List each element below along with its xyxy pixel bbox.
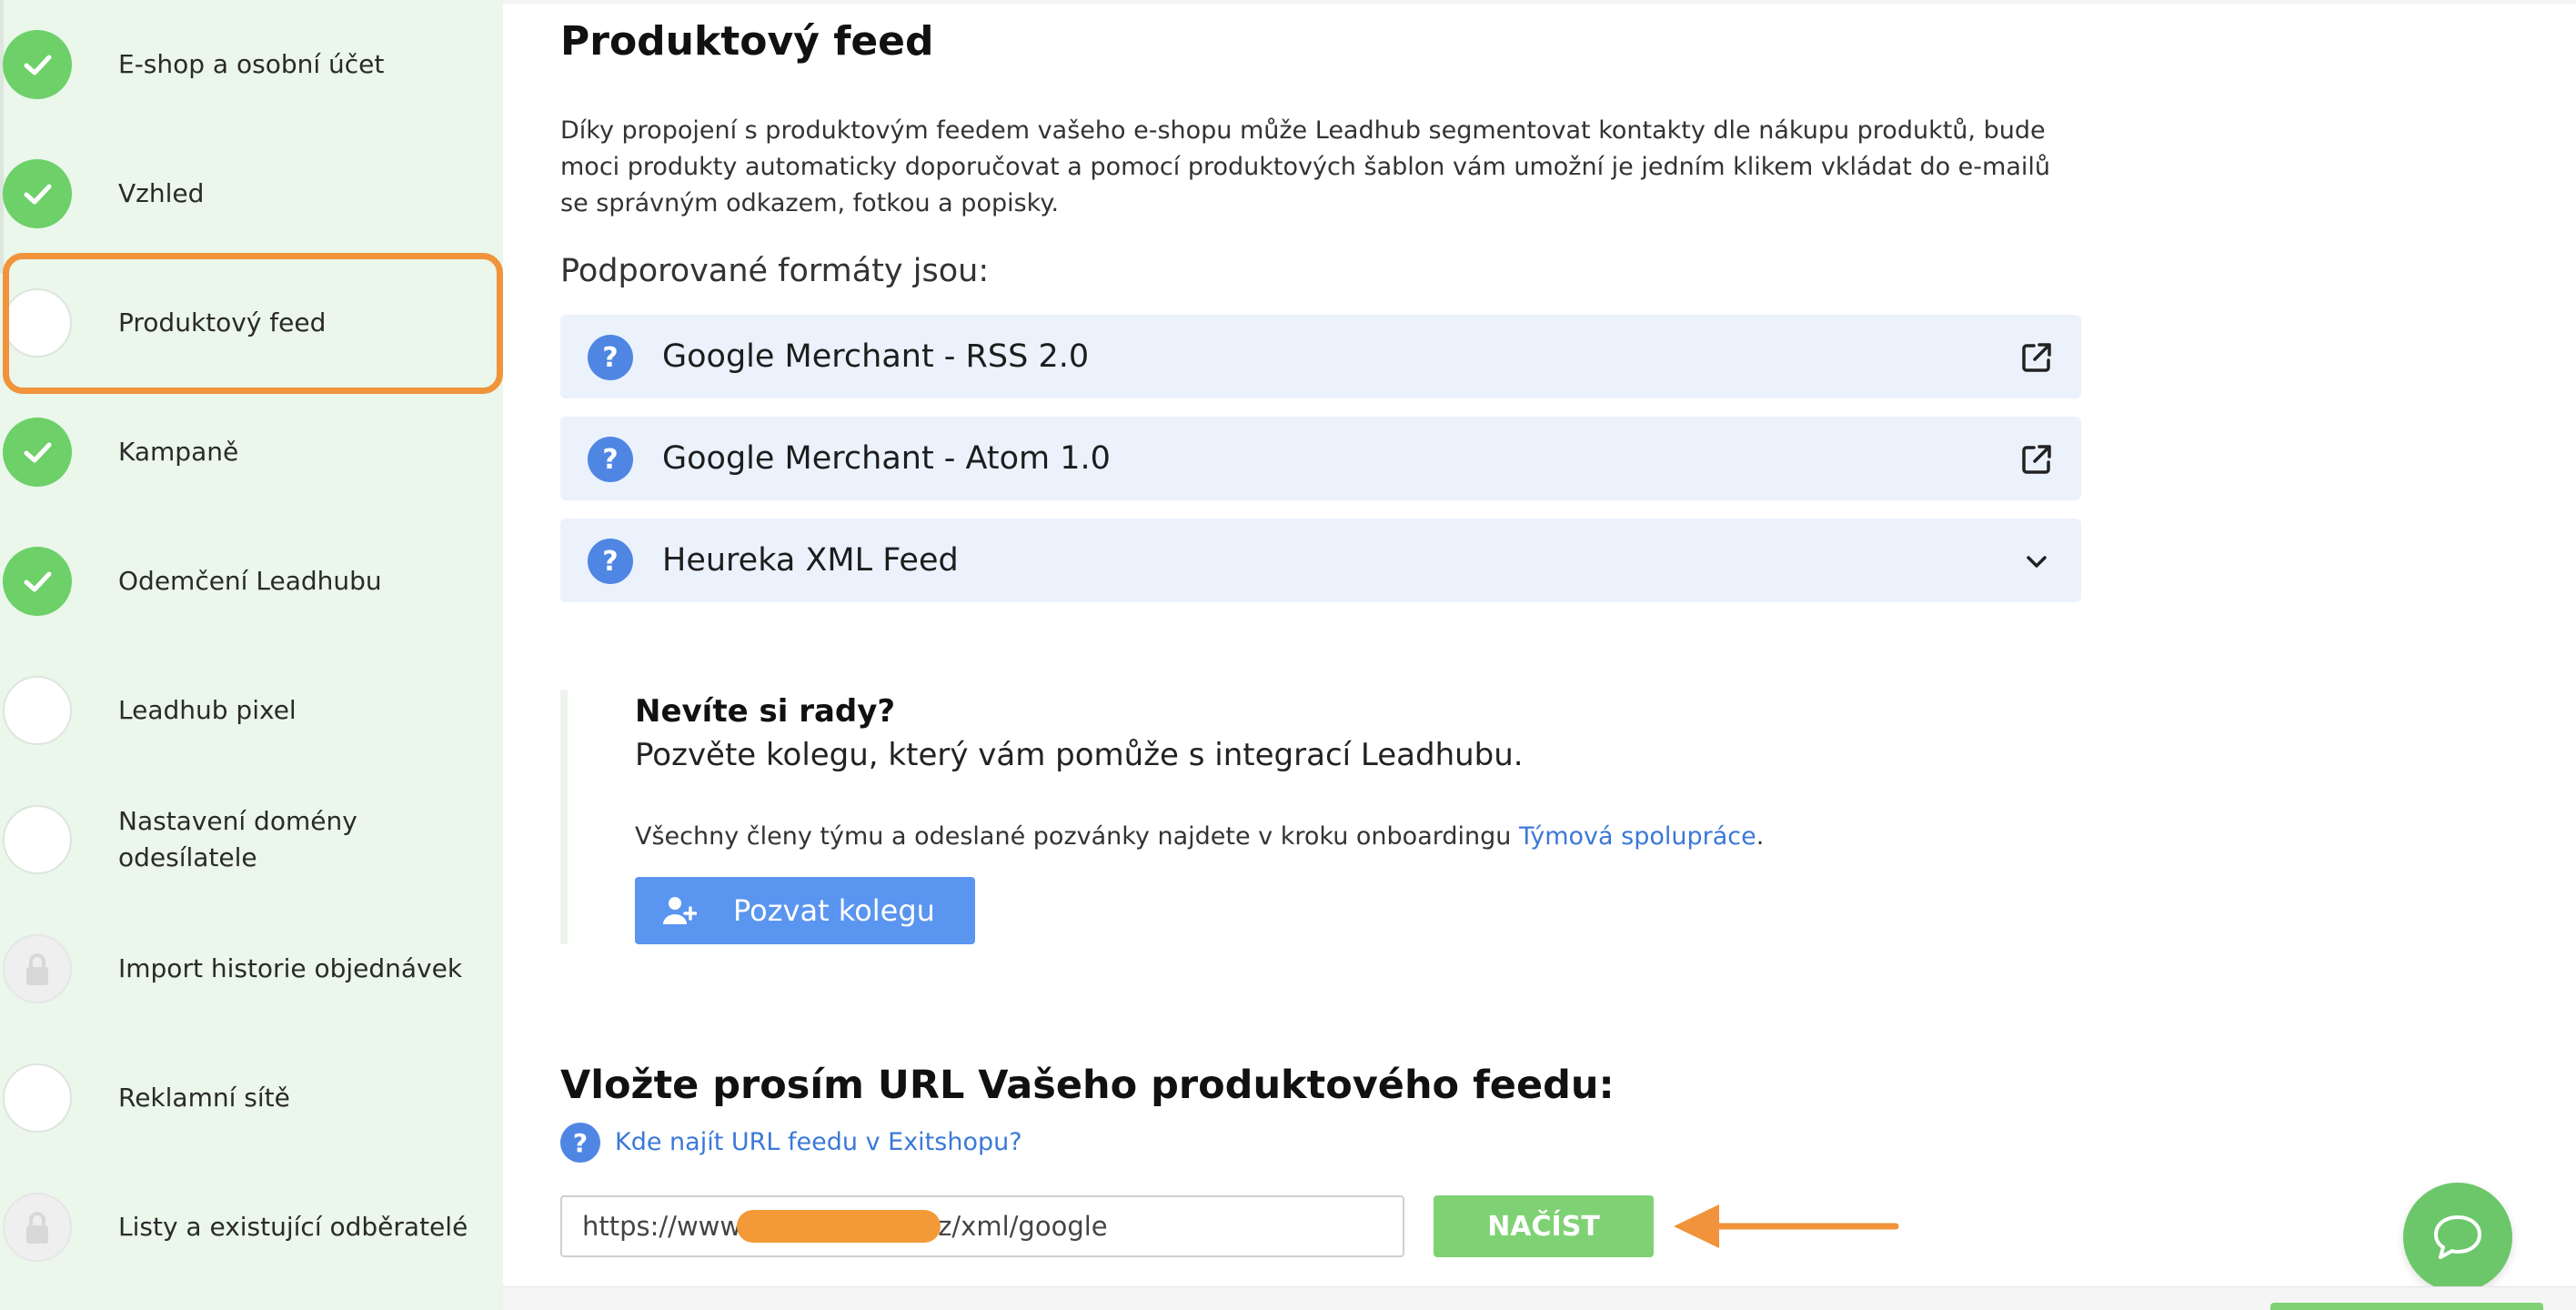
url-help-label: Kde najít URL feedu v Exitshopu? <box>615 1128 1022 1156</box>
sidebar-step-label: Odemčení Leadhubu <box>118 566 382 596</box>
sidebar-step-vzhled[interactable]: Vzhled <box>0 129 503 258</box>
lock-icon <box>3 934 72 1003</box>
sidebar-step-reklamni-site[interactable]: Reklamní sítě <box>0 1033 503 1163</box>
sidebar-step-pixel[interactable]: Leadhub pixel <box>0 646 503 775</box>
help-box: Nevíte si rady? Pozvěte kolegu, který vá… <box>560 690 1764 944</box>
question-icon: ? <box>560 1123 600 1163</box>
help-text: Všechny členy týmu a odeslané pozvánky n… <box>635 822 1764 851</box>
sidebar-step-kampane[interactable]: Kampaně <box>0 388 503 517</box>
empty-circle-icon <box>3 805 72 874</box>
arrow-left-icon <box>1674 1204 1899 1248</box>
question-icon: ? <box>588 539 633 584</box>
sidebar-step-odemceni[interactable]: Odemčení Leadhubu <box>0 517 503 646</box>
chat-button[interactable] <box>2403 1183 2512 1292</box>
format-label: Google Merchant - RSS 2.0 <box>662 338 1090 375</box>
format-label: Heureka XML Feed <box>662 542 959 579</box>
url-section-title: Vložte prosím URL Vašeho produktového fe… <box>560 1063 1615 1108</box>
onboarding-sidebar: E-shop a osobní účet Vzhled Produktový f… <box>0 0 503 1310</box>
sidebar-step-label: Kampaně <box>118 437 239 467</box>
invite-button-label: Pozvat kolegu <box>733 893 935 928</box>
format-row-atom[interactable]: ? Google Merchant - Atom 1.0 <box>560 417 2081 500</box>
sidebar-step-label: Reklamní sítě <box>118 1083 290 1113</box>
team-collaboration-link[interactable]: Týmová spolupráce <box>1519 822 1756 851</box>
format-row-heureka[interactable]: ? Heureka XML Feed <box>560 519 2081 602</box>
page-title: Produktový feed <box>560 18 934 65</box>
load-button[interactable]: NAČÍST <box>1434 1195 1654 1257</box>
sidebar-step-label: E-shop a osobní účet <box>118 49 385 79</box>
sidebar-step-listy[interactable]: Listy a existující odběratelé <box>0 1163 503 1292</box>
format-label: Google Merchant - Atom 1.0 <box>662 440 1111 477</box>
bottom-bar <box>503 1286 2576 1310</box>
chat-bubble-icon <box>2434 1215 2481 1259</box>
external-link-icon[interactable] <box>2019 340 2054 375</box>
question-icon: ? <box>588 335 633 380</box>
help-title: Nevíte si rady? <box>635 693 896 730</box>
empty-circle-icon <box>3 676 72 745</box>
formats-heading: Podporované formáty jsou: <box>560 253 990 289</box>
format-row-rss[interactable]: ? Google Merchant - RSS 2.0 <box>560 315 2081 398</box>
intro-text: Díky propojení s produktovým feedem vaše… <box>560 116 2050 217</box>
redaction-mark <box>737 1210 941 1243</box>
add-user-icon <box>663 897 697 924</box>
sidebar-step-eshop[interactable]: E-shop a osobní účet <box>0 0 503 129</box>
top-divider <box>503 0 2576 4</box>
chevron-down-icon[interactable] <box>2019 544 2054 579</box>
sidebar-step-label: Listy a existující odběratelé <box>118 1212 468 1242</box>
sidebar-step-label: Vzhled <box>118 178 205 208</box>
external-link-icon[interactable] <box>2019 442 2054 477</box>
active-step-highlight <box>3 253 503 394</box>
help-subtitle: Pozvěte kolegu, který vám pomůže s integ… <box>635 737 1524 773</box>
sidebar-step-label: Leadhub pixel <box>118 695 297 725</box>
sidebar-step-label: Import historie objednávek <box>118 953 463 983</box>
check-icon <box>3 547 72 616</box>
help-text-end: . <box>1756 822 1765 851</box>
check-icon <box>3 30 72 99</box>
question-icon: ? <box>588 437 633 482</box>
sidebar-step-domena[interactable]: Nastavení domény odesílatele <box>0 775 503 904</box>
sidebar-step-label: Nastavení domény odesílatele <box>118 806 357 872</box>
check-icon <box>3 159 72 228</box>
lock-icon <box>3 1193 72 1262</box>
check-icon <box>3 418 72 487</box>
feed-url-input[interactable] <box>560 1195 1404 1257</box>
help-text-body: Všechny členy týmu a odeslané pozvánky n… <box>635 822 1519 851</box>
sidebar-step-import[interactable]: Import historie objednávek <box>0 904 503 1033</box>
invite-colleague-button[interactable]: Pozvat kolegu <box>635 877 975 944</box>
bottom-action-edge <box>2270 1303 2543 1310</box>
empty-circle-icon <box>3 1063 72 1133</box>
